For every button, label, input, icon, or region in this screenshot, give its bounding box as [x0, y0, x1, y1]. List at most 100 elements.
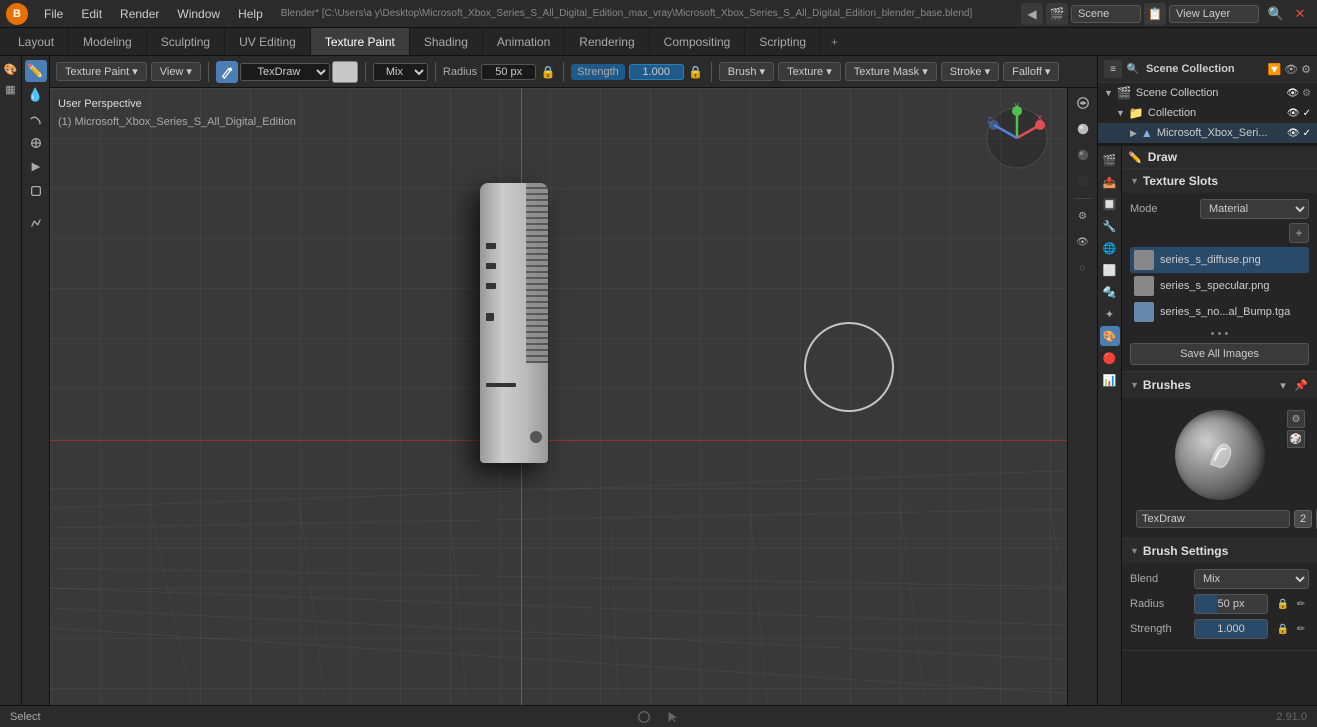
prop-tab-object[interactable]: ⬜: [1100, 260, 1120, 280]
viewport-shading-solid[interactable]: [1072, 118, 1094, 140]
outliner-filter-icon[interactable]: 🔽: [1267, 63, 1281, 76]
prop-tab-output[interactable]: 📤: [1100, 172, 1120, 192]
save-all-images-button[interactable]: Save All Images: [1130, 343, 1309, 365]
tab-sculpting[interactable]: Sculpting: [147, 28, 225, 55]
strength-lock-icon[interactable]: 🔒: [688, 64, 704, 80]
stroke-button[interactable]: Stroke ▾: [941, 62, 999, 81]
tab-modeling[interactable]: Modeling: [69, 28, 147, 55]
left-strip-paint-icon[interactable]: 🎨: [2, 60, 20, 78]
texture-button[interactable]: Texture ▾: [778, 62, 841, 81]
object-select-icon[interactable]: ✓: [1303, 128, 1311, 139]
viewport-shading-material[interactable]: [1072, 144, 1094, 166]
add-workspace-button[interactable]: +: [821, 28, 848, 55]
prop-tab-world[interactable]: 🌐: [1100, 238, 1120, 258]
xray-toggle[interactable]: ◌: [1072, 257, 1094, 279]
brush-icon[interactable]: [216, 61, 238, 83]
menu-edit[interactable]: Edit: [73, 5, 110, 23]
brush-settings-header[interactable]: ▼ Brush Settings: [1122, 539, 1317, 563]
texture-slot-2[interactable]: series_s_no...al_Bump.tga: [1130, 299, 1309, 325]
prop-tab-material[interactable]: 🎨: [1100, 326, 1120, 346]
falloff-button[interactable]: Falloff ▾: [1003, 62, 1059, 81]
texture-expand-btn[interactable]: • • •: [1130, 325, 1309, 343]
3d-viewport[interactable]: User Perspective (1) Microsoft_Xbox_Seri…: [50, 88, 1097, 705]
tab-rendering[interactable]: Rendering: [565, 28, 649, 55]
radius-input[interactable]: [481, 64, 536, 80]
outliner-scene-collection[interactable]: ▼ 🎬 Scene Collection 👁 ⚙: [1098, 83, 1317, 103]
visibility-icon[interactable]: 👁: [1286, 88, 1299, 99]
strength-input[interactable]: [629, 64, 684, 80]
outliner-object[interactable]: ▶ ▲ Microsoft_Xbox_Seri... 👁 ✓: [1098, 123, 1317, 143]
prop-tab-view-layer[interactable]: 🔲: [1100, 194, 1120, 214]
brush-settings-icon[interactable]: ⚙: [1287, 410, 1305, 428]
radius-lock-btn[interactable]: 🔒: [1275, 594, 1291, 614]
scene-icon[interactable]: 🎬: [1046, 3, 1068, 25]
tool-smear[interactable]: [25, 108, 47, 130]
menu-help[interactable]: Help: [230, 5, 271, 23]
info-icon[interactable]: [635, 708, 653, 726]
color-swatch[interactable]: [332, 61, 358, 83]
tab-compositing[interactable]: Compositing: [650, 28, 746, 55]
add-texture-button[interactable]: +: [1289, 223, 1309, 243]
outliner-collection[interactable]: ▼ 📁 Collection 👁 ✓: [1098, 103, 1317, 123]
tool-fill[interactable]: [25, 156, 47, 178]
texture-mask-button[interactable]: Texture Mask ▾: [845, 62, 937, 81]
prop-tab-render[interactable]: 🎬: [1100, 150, 1120, 170]
collection-visibility-icon[interactable]: 👁: [1287, 108, 1300, 119]
menu-window[interactable]: Window: [169, 5, 228, 23]
tab-layout[interactable]: Layout: [4, 28, 69, 55]
left-strip-mesh-icon[interactable]: ▦: [2, 80, 20, 98]
view-layer-input[interactable]: [1169, 5, 1259, 23]
collection-select-icon[interactable]: ✓: [1303, 108, 1311, 119]
blend-select[interactable]: Mix: [1194, 569, 1309, 589]
texture-slot-1[interactable]: series_s_specular.png: [1130, 273, 1309, 299]
viewport-shading-rendered[interactable]: [1072, 170, 1094, 192]
prop-tab-scene[interactable]: 🔧: [1100, 216, 1120, 236]
blend-mode-select[interactable]: Mix: [373, 63, 428, 81]
cursor-icon[interactable]: [663, 708, 681, 726]
tab-animation[interactable]: Animation: [483, 28, 565, 55]
prop-tab-data[interactable]: 📊: [1100, 370, 1120, 390]
tab-texture-paint[interactable]: Texture Paint: [311, 28, 410, 55]
radius-bar[interactable]: 50 px: [1194, 594, 1268, 614]
tool-soften[interactable]: 💧: [25, 84, 47, 106]
gizmo-toggle[interactable]: ⚙: [1072, 205, 1094, 227]
tab-scripting[interactable]: Scripting: [745, 28, 821, 55]
radius-lock-icon[interactable]: 🔒: [540, 64, 556, 80]
tool-annotate[interactable]: [25, 212, 47, 234]
menu-file[interactable]: File: [36, 5, 71, 23]
orientation-gizmo[interactable]: X Y Z: [982, 103, 1052, 173]
brush-random-icon[interactable]: 🎲: [1287, 430, 1305, 448]
viewport-display-mode[interactable]: [1072, 92, 1094, 114]
tool-clone[interactable]: [25, 132, 47, 154]
outliner-icon-1[interactable]: ≡: [1104, 60, 1122, 78]
tab-uv-editing[interactable]: UV Editing: [225, 28, 311, 55]
prop-tab-particles[interactable]: ✦: [1100, 304, 1120, 324]
overlay-toggle[interactable]: 👁: [1072, 231, 1094, 253]
tool-mask[interactable]: [25, 180, 47, 202]
outliner-select-icon[interactable]: ⚙: [1301, 63, 1311, 76]
prop-tab-constraints[interactable]: 🔴: [1100, 348, 1120, 368]
scene-input[interactable]: [1071, 5, 1141, 23]
view-menu-button[interactable]: Texture Paint ▾: [56, 62, 147, 81]
brushes-header[interactable]: ▼ Brushes ▾ 📌: [1122, 372, 1317, 398]
strength-lock-btn[interactable]: 🔒: [1275, 619, 1291, 639]
outliner-visibility-icon[interactable]: 👁: [1284, 63, 1298, 76]
prop-tab-modifier[interactable]: 🔩: [1100, 282, 1120, 302]
tab-shading[interactable]: Shading: [410, 28, 483, 55]
window-close-icon[interactable]: ✕: [1289, 3, 1311, 25]
object-visibility-icon[interactable]: 👁: [1287, 128, 1300, 139]
brush-name-select[interactable]: TexDraw: [240, 63, 330, 81]
select-icon[interactable]: ⚙: [1302, 88, 1311, 99]
brush-button[interactable]: Brush ▾: [719, 62, 774, 81]
brush-name-input[interactable]: [1136, 510, 1290, 528]
search-icon[interactable]: 🔍: [1265, 3, 1287, 25]
view-layer-icon[interactable]: 📋: [1144, 3, 1166, 25]
strength-bar[interactable]: 1.000: [1194, 619, 1268, 639]
tool-draw[interactable]: ✏️: [25, 60, 47, 82]
menu-render[interactable]: Render: [112, 5, 167, 23]
brushes-pin-icon[interactable]: 📌: [1293, 377, 1309, 393]
texture-slot-0[interactable]: series_s_diffuse.png: [1130, 247, 1309, 273]
radius-pen-btn[interactable]: ✏: [1293, 594, 1309, 614]
strength-pen-btn[interactable]: ✏: [1293, 619, 1309, 639]
mode-select[interactable]: Material: [1200, 199, 1309, 219]
